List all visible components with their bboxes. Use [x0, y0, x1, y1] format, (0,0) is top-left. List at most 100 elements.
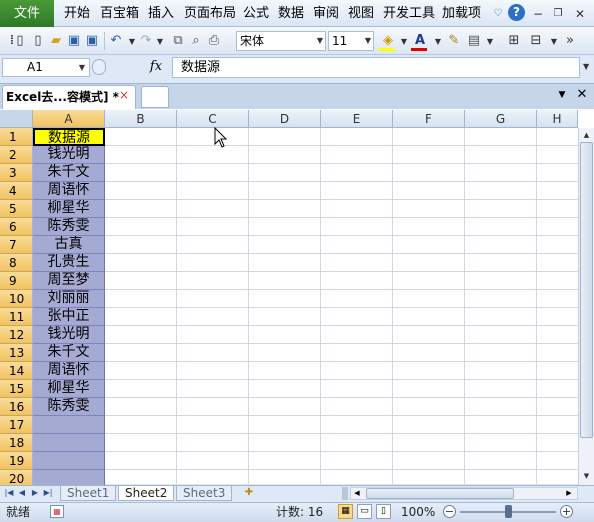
merge-icon[interactable]: ⊟	[528, 33, 544, 49]
row-header-7[interactable]: 7	[0, 236, 33, 254]
menu-page-layout[interactable]: 页面布局	[184, 0, 236, 27]
row-header-2[interactable]: 2	[0, 146, 33, 164]
font-name-combo[interactable]: 宋体 ▼	[236, 31, 326, 51]
print-preview-icon[interactable]: ⌕	[188, 33, 204, 49]
tab-splitter[interactable]	[342, 487, 348, 500]
undo-icon[interactable]: ↶	[108, 33, 124, 49]
row-header-6[interactable]: 6	[0, 218, 33, 236]
name-box[interactable]: A1 ▼	[2, 58, 90, 77]
cell-a9[interactable]: 周至梦	[33, 272, 105, 290]
table-format-dropdown-icon[interactable]: ▼	[482, 33, 498, 49]
row-header-18[interactable]: 18	[0, 434, 33, 452]
vertical-scroll-thumb[interactable]	[580, 142, 593, 438]
column-header-c[interactable]: C	[177, 110, 249, 128]
sheet-tab-3[interactable]: Sheet3	[176, 486, 233, 501]
active-cell-a1[interactable]: 数据源	[33, 128, 105, 146]
insert-sheet-icon[interactable]: ✚	[240, 487, 258, 500]
prev-sheet-icon[interactable]: ◀	[16, 487, 28, 499]
blank-icon[interactable]: ▯	[30, 33, 46, 49]
row-header-5[interactable]: 5	[0, 200, 33, 218]
row-header-12[interactable]: 12	[0, 326, 33, 344]
cell-a16[interactable]: 陈秀雯	[33, 398, 105, 416]
cell-a6[interactable]: 陈秀雯	[33, 218, 105, 236]
scroll-right-icon[interactable]: ▶	[564, 488, 574, 499]
page-break-view-icon[interactable]: ▯	[376, 504, 391, 519]
horizontal-scroll-thumb[interactable]	[366, 488, 514, 499]
column-header-e[interactable]: E	[321, 110, 393, 128]
page-layout-view-icon[interactable]: ▭	[357, 504, 372, 519]
menu-insert[interactable]: 插入	[148, 0, 174, 27]
formula-expand-icon[interactable]: ▼	[583, 62, 589, 71]
menu-formulas[interactable]: 公式	[243, 0, 269, 27]
cell-a12[interactable]: 钱光明	[33, 326, 105, 344]
close-icon[interactable]: ✕	[572, 6, 588, 22]
row-header-15[interactable]: 15	[0, 380, 33, 398]
help-icon[interactable]: ?	[508, 4, 525, 21]
scroll-down-icon[interactable]: ▼	[580, 471, 593, 481]
cell-a13[interactable]: 朱千文	[33, 344, 105, 362]
row-header-13[interactable]: 13	[0, 344, 33, 362]
open-folder-icon[interactable]: ▰	[48, 33, 64, 49]
row-header-9[interactable]: 9	[0, 272, 33, 290]
zoom-in-button[interactable]: +	[560, 505, 573, 518]
scroll-up-icon[interactable]: ▲	[580, 130, 593, 140]
cell-a15[interactable]: 柳星华	[33, 380, 105, 398]
minimize-icon[interactable]: −	[530, 6, 546, 22]
row-header-16[interactable]: 16	[0, 398, 33, 416]
row-header-10[interactable]: 10	[0, 290, 33, 308]
cell-a18[interactable]	[33, 434, 105, 452]
menu-developer[interactable]: 开发工具	[383, 0, 435, 27]
cell-a11[interactable]: 张中正	[33, 308, 105, 326]
normal-view-icon[interactable]: ▦	[338, 504, 353, 519]
column-header-b[interactable]: B	[105, 110, 177, 128]
print-icon[interactable]: ⎙	[206, 33, 222, 49]
menu-view[interactable]: 视图	[348, 0, 374, 27]
zoom-level[interactable]: 100%	[401, 504, 435, 520]
cell-a3[interactable]: 朱千文	[33, 164, 105, 182]
column-header-h[interactable]: H	[537, 110, 578, 128]
macro-record-icon[interactable]: ▦	[50, 505, 64, 518]
cell-a8[interactable]: 孔贵生	[33, 254, 105, 272]
cell-a19[interactable]	[33, 452, 105, 470]
row-header-1[interactable]: 1	[0, 128, 33, 146]
merge-dropdown-icon[interactable]: ▼	[546, 33, 562, 49]
new-doc-icon[interactable]: ▯	[12, 33, 28, 49]
row-header-3[interactable]: 3	[0, 164, 33, 182]
new-tab-button[interactable]	[141, 86, 169, 108]
column-header-a[interactable]: A	[33, 110, 105, 128]
column-header-f[interactable]: F	[393, 110, 465, 128]
row-header-14[interactable]: 14	[0, 362, 33, 380]
next-sheet-icon[interactable]: ▶	[29, 487, 41, 499]
cell-a17[interactable]	[33, 416, 105, 434]
scroll-left-icon[interactable]: ◀	[352, 488, 362, 499]
cell-a5[interactable]: 柳星华	[33, 200, 105, 218]
tab-list-dropdown-icon[interactable]: ▼	[556, 90, 568, 102]
row-header-19[interactable]: 19	[0, 452, 33, 470]
select-all-corner[interactable]	[0, 110, 33, 128]
insert-function-button[interactable]: fx	[146, 57, 166, 77]
table-format-icon[interactable]: ▤	[466, 33, 482, 49]
file-menu-button[interactable]: 文件	[0, 0, 54, 27]
restore-icon[interactable]: ❐	[550, 6, 566, 22]
zoom-out-button[interactable]: −	[443, 505, 456, 518]
font-color-dropdown-icon[interactable]: ▼	[430, 33, 446, 49]
save-as-icon[interactable]: ▣	[84, 33, 100, 49]
cell-a10[interactable]: 刘丽丽	[33, 290, 105, 308]
sheet-tab-1[interactable]: Sheet1	[60, 486, 117, 501]
menu-review[interactable]: 审阅	[313, 0, 339, 27]
formula-input[interactable]: 数据源	[172, 57, 580, 78]
row-header-8[interactable]: 8	[0, 254, 33, 272]
column-header-g[interactable]: G	[465, 110, 537, 128]
namebox-splitter[interactable]	[92, 59, 106, 75]
cell-a14[interactable]: 周语怀	[33, 362, 105, 380]
row-header-4[interactable]: 4	[0, 182, 33, 200]
fill-color-icon[interactable]: ◈	[380, 33, 396, 49]
cell-a2[interactable]: 钱光明	[33, 146, 105, 164]
copy-icon[interactable]: ⧉	[170, 33, 186, 49]
first-sheet-icon[interactable]: |◀	[3, 487, 15, 499]
row-header-11[interactable]: 11	[0, 308, 33, 326]
save-icon[interactable]: ▣	[66, 33, 82, 49]
menu-home[interactable]: 开始	[64, 0, 90, 27]
toolbar-overflow-icon[interactable]: »	[562, 33, 578, 49]
font-size-combo[interactable]: 11 ▼	[328, 31, 374, 51]
